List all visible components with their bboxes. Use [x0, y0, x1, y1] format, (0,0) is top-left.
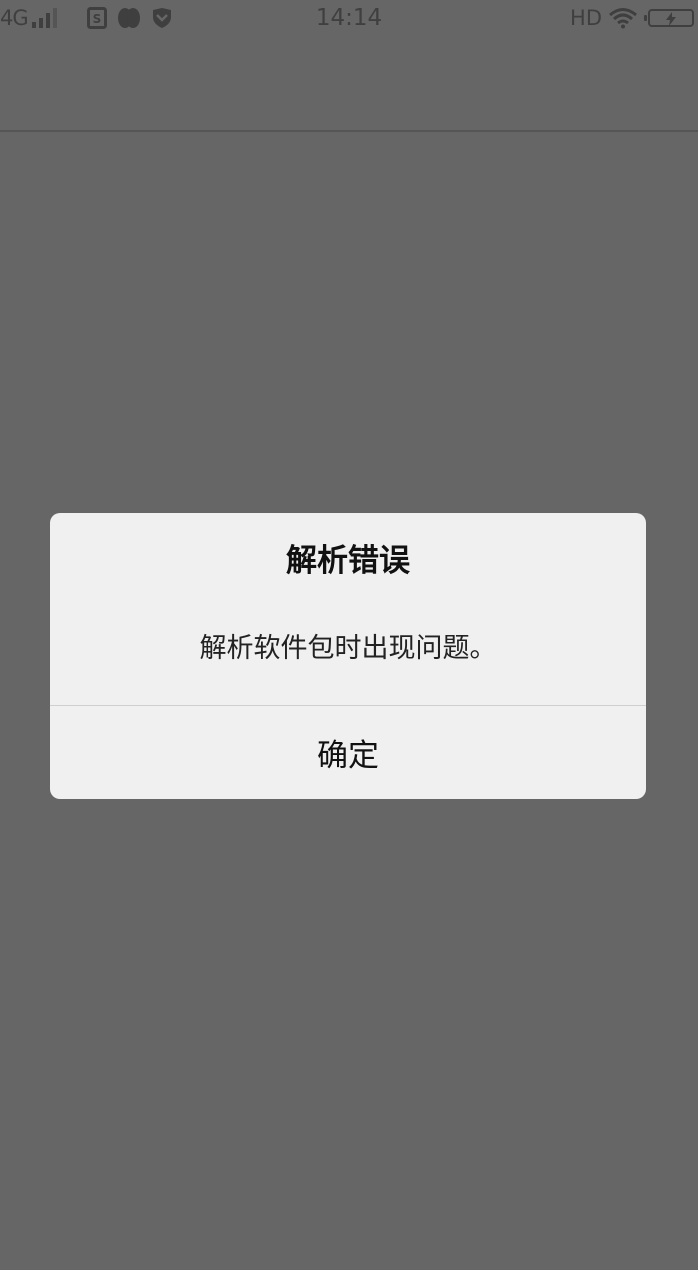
- app-header-bar: [0, 36, 698, 132]
- status-bar: 4G S 14:14 HD: [0, 0, 698, 36]
- dialog-message: 解析软件包时出现问题。: [199, 633, 497, 664]
- wifi-icon: [609, 8, 637, 29]
- hd-label: HD: [570, 6, 602, 30]
- ok-button[interactable]: 确定: [50, 706, 646, 799]
- status-right: HD: [570, 4, 694, 32]
- dialog-title: 解析错误: [286, 543, 410, 579]
- battery-charging-icon: [644, 9, 694, 27]
- parse-error-dialog: 解析错误 解析软件包时出现问题。 确定: [50, 513, 646, 799]
